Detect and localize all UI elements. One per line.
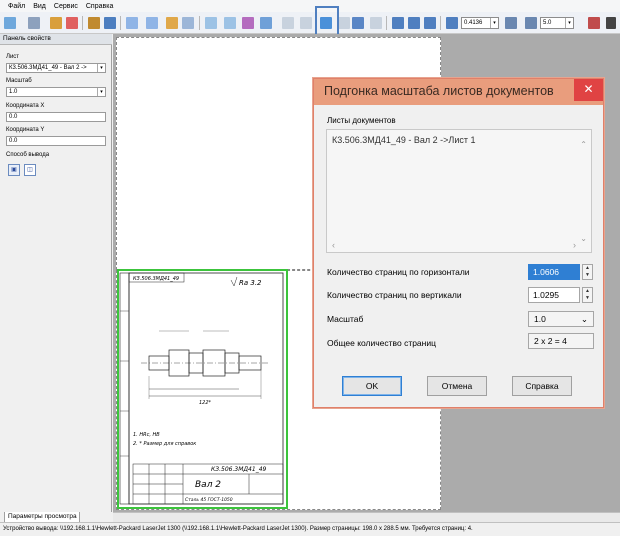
total-pages-field: 2 x 2 = 4	[528, 333, 594, 349]
horizontal-pages-field[interactable]: 1.0606	[528, 264, 580, 280]
horizontal-pages-label: Количество страниц по горизонтали	[327, 267, 470, 277]
grid-icon[interactable]	[205, 17, 217, 29]
fit-icon[interactable]	[104, 17, 116, 29]
split-icon	[282, 17, 294, 29]
menu-view[interactable]: Вид	[33, 3, 46, 10]
note-1: 1. HRc, HB	[133, 432, 160, 438]
scale-label: Масштаб	[327, 314, 364, 324]
note-2: 2. * Размер для справок	[133, 441, 196, 447]
status-bar: Устройство вывода: \\192.168.1.1\Hewlett…	[0, 522, 620, 536]
vertical-stepper[interactable]: ▲ ▼	[582, 287, 593, 303]
filter-icon[interactable]	[66, 17, 78, 29]
dialog-title: Подгонка масштаба листов документов	[324, 84, 554, 98]
overall-dimension: 122*	[199, 400, 212, 406]
transform-icon[interactable]	[352, 17, 364, 29]
scroll-left-icon[interactable]: ‹	[332, 240, 335, 250]
rotate-icon[interactable]	[166, 17, 178, 29]
arrange-icon[interactable]	[146, 17, 158, 29]
scroll-down-icon[interactable]: ⌄	[580, 234, 587, 243]
step-combo[interactable]: 5.0 ▾	[540, 17, 574, 29]
page-icon[interactable]	[182, 17, 194, 29]
close-button[interactable]: ✕	[574, 79, 603, 101]
x-label: Координата X	[6, 103, 45, 109]
spin-up-icon[interactable]: ▲	[583, 288, 592, 295]
vertical-pages-label: Количество страниц по вертикали	[327, 290, 462, 300]
x-field[interactable]: 0.0	[6, 112, 106, 122]
menu-service[interactable]: Сервис	[54, 3, 78, 10]
scroll-up-icon[interactable]: ⌃	[580, 140, 587, 149]
total-pages-label: Общее количество страниц	[327, 338, 436, 348]
sheets-list[interactable]: К3.506.3МД41_49 - Вал 2 ->Лист 1 ⌃ ⌄ ‹ ›	[326, 129, 592, 253]
method-label: Способ вывода	[6, 152, 50, 158]
properties-panel: Панель свойств Лист К3.506.3МД41_49 - Ва…	[0, 34, 112, 523]
ok-button[interactable]: OK	[342, 376, 402, 396]
layout-icon[interactable]	[126, 17, 138, 29]
cancel-button[interactable]: Отмена	[427, 376, 487, 396]
part-name: Вал 2	[195, 480, 221, 490]
stamp-number: КЗ.506.3МД41_49	[211, 466, 267, 473]
zoom-out-icon[interactable]	[424, 17, 436, 29]
zoom-scale-icon[interactable]	[446, 17, 458, 29]
print-preview-icon[interactable]	[588, 17, 600, 29]
shaft-drawing: КЗ.506.3МД41_49 Ra 3.2 122* 1. HRc, HB 2…	[119, 272, 284, 505]
align-icon	[338, 17, 350, 29]
horizontal-scrollbar[interactable]	[113, 512, 620, 522]
sheet-label: Лист	[6, 54, 20, 60]
step-icon[interactable]	[525, 17, 537, 29]
menu-file[interactable]: Файл	[8, 3, 25, 10]
y-field[interactable]: 0.0	[6, 136, 106, 146]
material: Сталь 45 ГОСТ-1050	[185, 497, 233, 503]
list-item[interactable]: К3.506.3МД41_49 - Вал 2 ->Лист 1	[332, 135, 475, 145]
tile-icon[interactable]	[224, 17, 236, 29]
help-button[interactable]: Справка	[512, 376, 572, 396]
scroll-right-icon[interactable]: ›	[573, 240, 576, 250]
horizontal-stepper[interactable]: ▲ ▼	[582, 264, 593, 280]
pointer-icon[interactable]	[606, 17, 616, 29]
toolbar-highlight	[315, 6, 339, 36]
scale-label: Масштаб	[6, 78, 32, 84]
zoom-window-icon[interactable]	[392, 17, 404, 29]
spin-down-icon[interactable]: ▼	[583, 295, 592, 302]
menu-bar: Файл Вид Сервис Справка	[0, 0, 620, 12]
zoom-combo[interactable]: 0.4136 ▾	[461, 17, 499, 29]
insert-icon[interactable]	[50, 17, 62, 29]
roughness-text: Ra 3.2	[239, 279, 262, 287]
stamp-rotated: КЗ.506.3МД41_49	[133, 276, 179, 282]
dialog-titlebar[interactable]: Подгонка масштаба листов документов ✕	[314, 79, 603, 105]
sheets-label: Листы документов	[327, 116, 396, 125]
frame-icon[interactable]	[260, 17, 272, 29]
mirror-icon[interactable]	[242, 17, 254, 29]
spin-down-icon[interactable]: ▼	[583, 272, 592, 279]
toolbar: 0.4136 ▾ 5.0 ▾	[0, 12, 620, 34]
chevron-down-icon: ⌄	[580, 314, 588, 324]
zoom-in-icon[interactable]	[408, 17, 420, 29]
method-single-icon[interactable]: ▣	[8, 164, 20, 176]
vertical-pages-field[interactable]: 1.0295	[528, 287, 580, 303]
select-icon[interactable]	[88, 17, 100, 29]
panel-title: Панель свойств	[0, 34, 112, 45]
scale-select[interactable]: 1.0 ▾	[6, 87, 106, 97]
spin-up-icon[interactable]: ▲	[583, 265, 592, 272]
sheet-select[interactable]: К3.506.3МД41_49 - Вал 2 -> ▾	[6, 63, 106, 73]
fit-scale-dialog: Подгонка масштаба листов документов ✕ Ли…	[313, 78, 604, 408]
open-icon[interactable]	[4, 17, 16, 29]
pan-icon[interactable]	[505, 17, 517, 29]
drawing-sheet[interactable]: КЗ.506.3МД41_49 Ra 3.2 122* 1. HRc, HB 2…	[117, 269, 288, 509]
print-icon[interactable]	[28, 17, 40, 29]
menu-help[interactable]: Справка	[86, 3, 113, 10]
method-multi-icon[interactable]: ◫	[24, 164, 36, 176]
y-label: Координата Y	[6, 127, 45, 133]
scale-select[interactable]: 1.0 ⌄	[528, 311, 594, 327]
merge-icon	[300, 17, 312, 29]
edit-icon	[370, 17, 382, 29]
